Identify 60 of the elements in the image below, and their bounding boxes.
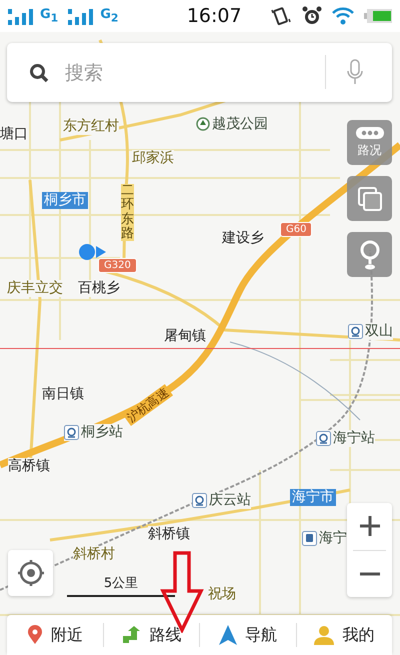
place-label: 祝场	[208, 586, 236, 603]
map[interactable]: 塘口 东方红村 越茂公园 邱家浜 桐乡市 二环东路 建设乡 庆丰立交 百桃乡 屠甸镇 双山 南日镇 沪杭高速 桐乡站 高桥镇 海宁站 庆云站 海宁市 斜桥镇 海宁 斜桥村 祝场 G60 G320 搜索 路况 5公里 附近 路线 导航 我的	[0, 32, 400, 655]
place-label: 屠甸镇	[164, 328, 206, 345]
navigation-arrow-icon	[218, 625, 237, 645]
station-label: 海宁站	[316, 430, 375, 447]
road-label: 二环东路	[121, 184, 134, 242]
clock: 16:07	[186, 5, 242, 27]
train-station-icon	[192, 492, 207, 508]
network-type: G$_{2}$	[100, 7, 118, 25]
train-station-icon	[64, 424, 79, 440]
park-icon	[196, 117, 210, 132]
train-station-icon	[348, 324, 363, 339]
layers-icon	[356, 186, 382, 212]
city-label: 海宁市	[290, 489, 336, 506]
signal-icon	[8, 8, 36, 25]
route-tab[interactable]: 路线	[104, 615, 199, 655]
minus-icon	[358, 572, 380, 576]
wifi-icon	[332, 7, 354, 25]
plus-icon	[358, 515, 380, 538]
navigate-tab[interactable]: 导航	[200, 615, 296, 655]
person-icon	[314, 625, 334, 645]
pin-icon	[360, 240, 380, 270]
locate-button[interactable]	[8, 550, 53, 596]
city-label: 桐乡市	[42, 192, 88, 209]
place-label: 塘口	[0, 126, 28, 143]
alarm-icon	[302, 6, 322, 26]
place-label: 东方红村	[63, 118, 119, 135]
park-label: 越茂公园	[196, 116, 268, 133]
highway-shield: G60	[280, 222, 312, 237]
place-label: 南日镇	[42, 386, 84, 403]
nearby-tab[interactable]: 附近	[7, 615, 102, 655]
place-label: 建设乡	[222, 230, 264, 247]
station-label: 双山	[348, 323, 393, 340]
station-label: 桐乡站	[64, 424, 123, 441]
search-icon	[29, 63, 49, 83]
place-label: 斜桥村	[73, 546, 115, 563]
station-label: 庆云站	[192, 492, 251, 509]
bus-stop-label: 海宁	[302, 530, 347, 547]
network-type: G$_{1}$	[40, 7, 58, 25]
highway-shield: G320	[98, 258, 137, 273]
me-tab[interactable]: 我的	[296, 615, 392, 655]
train-station-icon	[316, 430, 331, 446]
pin-button[interactable]	[347, 232, 392, 277]
road-label: 沪杭高速	[122, 384, 174, 426]
scale-label: 5公里	[104, 575, 138, 592]
search-field[interactable]: 搜索	[7, 43, 392, 102]
place-label: 百桃乡	[78, 280, 120, 297]
location-marker-icon	[78, 243, 108, 261]
crosshair-icon	[18, 560, 44, 586]
place-label: 斜桥镇	[148, 526, 190, 543]
turn-arrow-icon	[121, 626, 142, 644]
bus-icon	[302, 530, 317, 546]
layers-button[interactable]	[347, 176, 392, 221]
vibrate-icon	[270, 6, 292, 26]
place-label: 高桥镇	[8, 458, 50, 475]
place-label: 庆丰立交	[7, 280, 63, 297]
dots-icon	[356, 126, 384, 138]
location-pin-icon	[26, 625, 43, 645]
battery-icon	[364, 8, 392, 24]
place-label: 邱家浜	[132, 150, 174, 167]
